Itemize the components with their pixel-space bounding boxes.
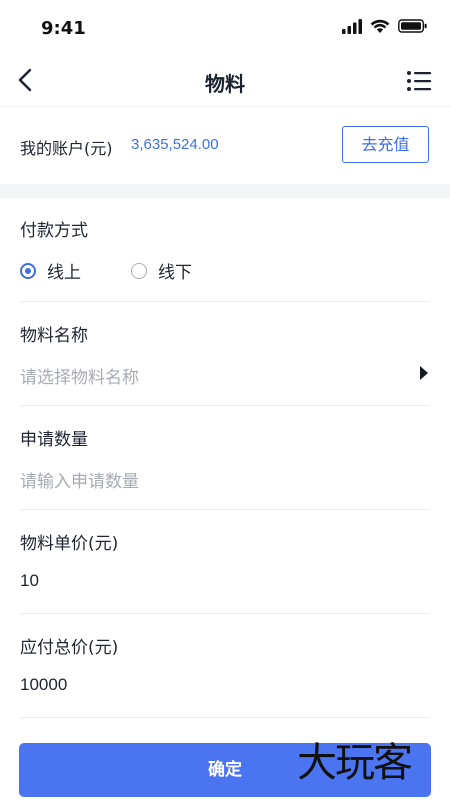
signal-icon — [342, 19, 362, 34]
radio-checked-icon — [20, 262, 36, 279]
account-balance: 3,635,524.00 — [131, 136, 219, 153]
watermark-logo: 大玩客 — [297, 740, 413, 786]
unit-price-value: 10 — [20, 571, 39, 590]
unit-price-section: 物料单价(元) 10 — [0, 510, 450, 614]
payment-label: 付款方式 — [20, 221, 88, 241]
payment-option-offline[interactable]: 线下 — [131, 258, 192, 283]
payment-option-label: 线下 — [158, 263, 192, 283]
total-price-section: 应付总价(元) 10000 — [0, 614, 450, 718]
material-name-label: 物料名称 — [20, 326, 88, 346]
nav-bar: 物料 — [0, 56, 450, 106]
divider — [20, 717, 430, 718]
battery-icon — [398, 19, 427, 33]
material-name-section: 物料名称 请选择物料名称 — [0, 302, 450, 406]
radio-unchecked-icon — [131, 262, 147, 279]
status-time: 9:41 — [41, 18, 86, 39]
total-price-value: 10000 — [20, 675, 68, 694]
apply-quantity-input[interactable]: 请输入申请数量 — [20, 467, 139, 492]
menu-button[interactable] — [406, 68, 432, 94]
page-title: 物料 — [205, 72, 245, 96]
caret-right-icon[interactable] — [420, 366, 428, 380]
wifi-icon — [370, 19, 390, 33]
list-icon — [407, 71, 431, 91]
total-price-label: 应付总价(元) — [20, 638, 119, 658]
payment-option-label: 线上 — [47, 263, 81, 283]
account-label: 我的账户(元) — [20, 139, 113, 158]
apply-quantity-section: 申请数量 请输入申请数量 — [0, 406, 450, 510]
payment-section: 付款方式 线上 线下 — [0, 198, 450, 302]
unit-price-label: 物料单价(元) — [20, 534, 119, 554]
material-name-select[interactable]: 请选择物料名称 — [20, 363, 139, 388]
account-section: 我的账户(元) 3,635,524.00 去充值 — [0, 106, 450, 185]
status-bar: 9:41 — [0, 0, 450, 56]
status-icons — [342, 18, 432, 38]
section-gap — [0, 184, 450, 198]
recharge-button[interactable]: 去充值 — [342, 126, 429, 163]
payment-option-online[interactable]: 线上 — [20, 258, 81, 283]
apply-quantity-label: 申请数量 — [20, 430, 88, 450]
